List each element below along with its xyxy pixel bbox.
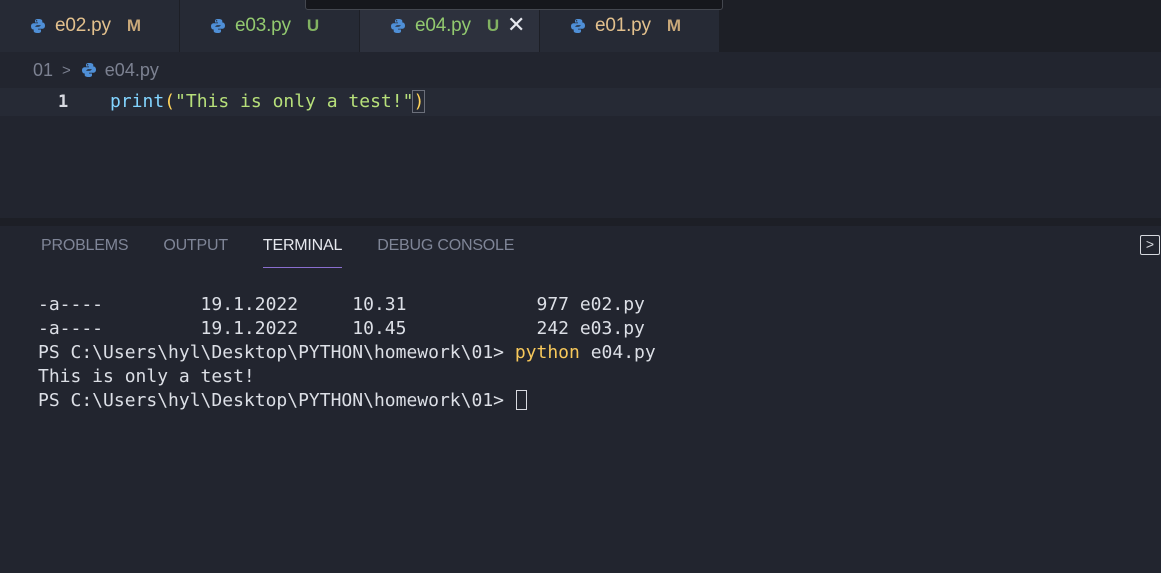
git-status-badge: M: [126, 16, 142, 35]
breadcrumb-file[interactable]: e04.py: [105, 60, 159, 81]
terminal-line: -a---- 19.1.2022 10.31 977 e02.py: [38, 294, 645, 315]
tab-debug-console[interactable]: DEBUG CONSOLE: [377, 234, 514, 268]
git-status-badge: M: [666, 16, 682, 35]
overlay-popup-fragment: [305, 0, 723, 10]
terminal-prompt: PS C:\Users\hyl\Desktop\PYTHON\homework\…: [38, 390, 515, 411]
breadcrumb: 01 > e04.py: [0, 52, 1161, 88]
terminal-output[interactable]: -a---- 19.1.2022 10.31 977 e02.py -a---- …: [38, 293, 656, 413]
panel-tab-bar: PROBLEMS OUTPUT TERMINAL DEBUG CONSOLE: [41, 234, 549, 268]
terminal-command-arg: e04.py: [579, 342, 656, 363]
python-file-icon: [81, 63, 96, 77]
terminal-line: This is only a test!: [38, 366, 255, 387]
line-number: 1: [58, 92, 69, 112]
git-status-badge: U: [306, 16, 320, 35]
terminal-line: PS C:\Users\hyl\Desktop\PYTHON\homework\…: [38, 389, 656, 413]
git-status-badge: U: [486, 16, 500, 35]
code-paren-open: (: [164, 91, 176, 112]
chevron-right-icon: >: [62, 61, 71, 79]
tab-label: e01.py: [595, 15, 651, 36]
close-icon[interactable]: ✕: [507, 14, 525, 36]
python-file-icon: [391, 19, 405, 33]
python-file-icon: [571, 19, 585, 33]
panel-divider[interactable]: [0, 218, 1161, 226]
tab-label: e02.py: [55, 15, 111, 36]
code-string-token: "This is only a test!": [175, 91, 414, 112]
python-file-icon: [211, 19, 225, 33]
tab-label: e04.py: [415, 15, 471, 36]
tab-terminal[interactable]: TERMINAL: [262, 234, 342, 268]
terminal-prompt: PS C:\Users\hyl\Desktop\PYTHON\homework\…: [38, 342, 515, 363]
terminal-command: python: [514, 342, 580, 363]
terminal-line: -a---- 19.1.2022 10.45 242 e03.py: [38, 318, 645, 339]
code-function-token: print: [110, 91, 165, 112]
terminal-cursor[interactable]: [515, 390, 527, 410]
code-paren-close: ): [412, 90, 426, 113]
expand-panel-icon[interactable]: >: [1140, 235, 1160, 255]
python-file-icon: [31, 19, 45, 33]
terminal-line: PS C:\Users\hyl\Desktop\PYTHON\homework\…: [38, 341, 656, 365]
tab-label: e03.py: [235, 15, 291, 36]
bottom-panel: PROBLEMS OUTPUT TERMINAL DEBUG CONSOLE >…: [0, 226, 1161, 573]
tab-e02[interactable]: e02.py M: [0, 0, 180, 52]
tab-problems[interactable]: PROBLEMS: [41, 234, 129, 268]
code-editor[interactable]: 1 print("This is only a test!"): [0, 88, 1161, 218]
breadcrumb-folder[interactable]: 01: [33, 60, 53, 81]
code-line-1[interactable]: print("This is only a test!"): [110, 90, 426, 113]
tab-output[interactable]: OUTPUT: [163, 234, 228, 268]
